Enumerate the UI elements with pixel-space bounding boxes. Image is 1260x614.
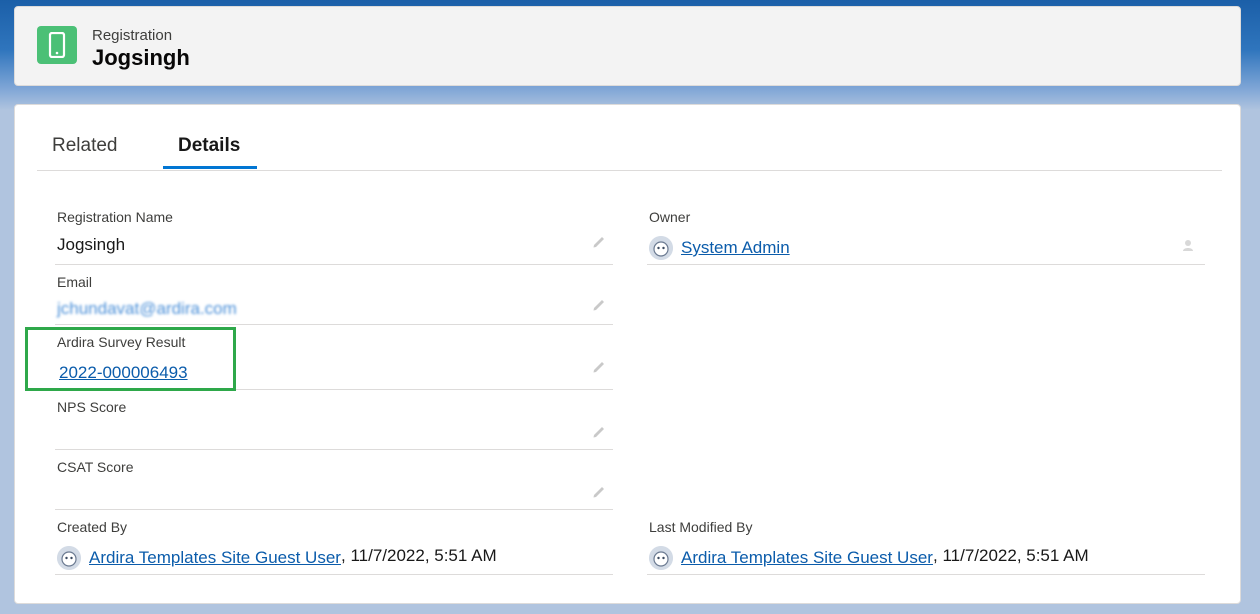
field-registration-name: Registration Name Jogsingh bbox=[55, 209, 613, 265]
edit-pencil-icon[interactable] bbox=[591, 358, 607, 374]
user-avatar-icon bbox=[57, 546, 81, 570]
owner-user-link[interactable]: System Admin bbox=[681, 238, 790, 258]
created-by-user-link[interactable]: Ardira Templates Site Guest User bbox=[89, 548, 341, 568]
user-avatar-icon bbox=[649, 546, 673, 570]
last-modified-date: , 11/7/2022, 5:51 AM bbox=[933, 546, 1089, 566]
tab-related[interactable]: Related bbox=[52, 135, 118, 157]
field-label: Email bbox=[57, 274, 92, 290]
record-header: Registration Jogsingh bbox=[14, 6, 1241, 86]
field-created-by: Created By Ardira Templates Site Guest U… bbox=[55, 519, 613, 575]
record-title: Jogsingh bbox=[92, 45, 190, 71]
last-modified-user-link[interactable]: Ardira Templates Site Guest User bbox=[681, 548, 933, 568]
field-label: Registration Name bbox=[57, 209, 173, 225]
edit-pencil-icon[interactable] bbox=[591, 296, 607, 312]
field-label: Owner bbox=[649, 209, 690, 225]
edit-pencil-icon[interactable] bbox=[591, 483, 607, 499]
field-value: Jogsingh bbox=[57, 235, 125, 255]
tab-bar: Related Details bbox=[37, 123, 1222, 171]
user-avatar-icon bbox=[649, 236, 673, 260]
edit-pencil-icon[interactable] bbox=[591, 423, 607, 439]
detail-card: Related Details Registration Name Jogsin… bbox=[14, 104, 1241, 604]
change-owner-icon[interactable] bbox=[1181, 237, 1197, 253]
object-label: Registration bbox=[92, 27, 172, 44]
created-date: , 11/7/2022, 5:51 AM bbox=[341, 546, 497, 566]
field-label: NPS Score bbox=[57, 399, 126, 415]
field-label: Created By bbox=[57, 519, 127, 535]
mobile-phone-icon bbox=[37, 26, 77, 64]
active-tab-indicator bbox=[163, 166, 257, 169]
edit-pencil-icon[interactable] bbox=[591, 233, 607, 249]
highlight-annotation bbox=[25, 327, 236, 391]
field-email: Email jchundavat@ardira.com bbox=[55, 274, 613, 325]
tab-details[interactable]: Details bbox=[178, 135, 240, 157]
email-link[interactable]: jchundavat@ardira.com bbox=[57, 299, 237, 319]
field-label: Last Modified By bbox=[649, 519, 753, 535]
field-label: CSAT Score bbox=[57, 459, 134, 475]
field-nps-score: NPS Score bbox=[55, 399, 613, 450]
field-owner: Owner System Admin bbox=[647, 209, 1205, 265]
field-last-modified-by: Last Modified By Ardira Templates Site G… bbox=[647, 519, 1205, 575]
field-csat-score: CSAT Score bbox=[55, 459, 613, 510]
